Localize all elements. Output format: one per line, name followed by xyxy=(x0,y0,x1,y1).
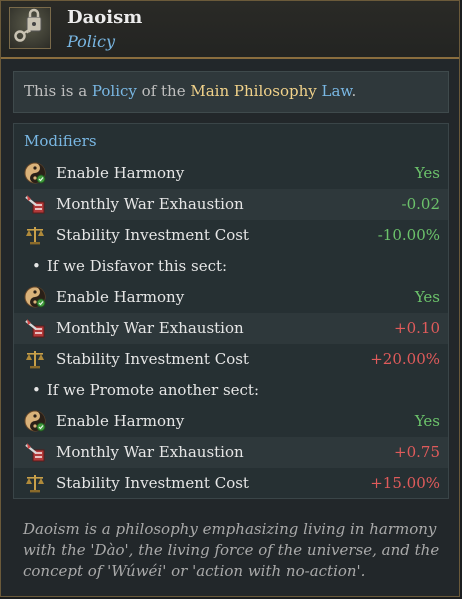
modifier-value: +0.75 xyxy=(394,443,440,461)
scales-icon xyxy=(24,348,46,370)
modifier-value: -0.02 xyxy=(401,195,440,213)
yin-yang-icon xyxy=(24,286,46,308)
policy-title: Daoism xyxy=(67,7,143,28)
modifier-row: Stability Investment Cost -10.00% xyxy=(14,220,448,251)
policy-subtitle: Policy xyxy=(67,32,115,51)
modifier-value: +20.00% xyxy=(370,350,440,368)
scales-icon xyxy=(24,224,46,246)
war-exhaustion-icon xyxy=(24,193,46,215)
modifier-label: Enable Harmony xyxy=(56,164,185,182)
modifier-label: Enable Harmony xyxy=(56,288,185,306)
modifiers-title: Modifiers xyxy=(24,132,97,150)
modifier-label: Monthly War Exhaustion xyxy=(56,319,244,337)
law-name-link[interactable]: Main Philosophy xyxy=(190,82,316,100)
lock-key-icon xyxy=(9,7,51,49)
modifier-row: Enable Harmony Yes xyxy=(14,282,448,313)
flavor-text: Daoism is a philosophy emphasizing livin… xyxy=(23,520,440,580)
policy-link[interactable]: Policy xyxy=(92,82,137,100)
description-text: This is a Policy of the Main Philosophy … xyxy=(24,82,357,100)
modifier-label: Stability Investment Cost xyxy=(56,226,249,244)
promote-heading: • If we Promote another sect: xyxy=(32,381,260,399)
modifier-row: Monthly War Exhaustion -0.02 xyxy=(14,189,448,220)
modifiers-box: Modifiers Enable Harmony Yes Monthly War… xyxy=(13,123,449,499)
modifier-value: -10.00% xyxy=(377,226,440,244)
modifier-row: Monthly War Exhaustion +0.75 xyxy=(14,437,448,468)
modifier-label: Stability Investment Cost xyxy=(56,474,249,492)
modifier-value: Yes xyxy=(414,288,440,306)
modifier-label: Stability Investment Cost xyxy=(56,350,249,368)
yin-yang-icon xyxy=(24,162,46,184)
scales-icon xyxy=(24,472,46,494)
modifier-row: Enable Harmony Yes xyxy=(14,158,448,189)
modifier-row: Stability Investment Cost +20.00% xyxy=(14,344,448,375)
law-link[interactable]: Law xyxy=(322,82,352,100)
policy-tooltip: Daoism Policy This is a Policy of the Ma… xyxy=(0,0,460,597)
tooltip-header: Daoism Policy xyxy=(1,1,459,59)
modifier-value: Yes xyxy=(414,164,440,182)
war-exhaustion-icon xyxy=(24,317,46,339)
yin-yang-icon xyxy=(24,410,46,432)
modifier-value: Yes xyxy=(414,412,440,430)
modifier-label: Monthly War Exhaustion xyxy=(56,443,244,461)
modifier-label: Monthly War Exhaustion xyxy=(56,195,244,213)
war-exhaustion-icon xyxy=(24,441,46,463)
disfavor-heading: • If we Disfavor this sect: xyxy=(32,257,228,275)
modifier-value: +0.10 xyxy=(394,319,440,337)
modifier-row: Enable Harmony Yes xyxy=(14,406,448,437)
modifier-value: +15.00% xyxy=(370,474,440,492)
description-box: This is a Policy of the Main Philosophy … xyxy=(13,71,449,113)
modifier-row: Monthly War Exhaustion +0.10 xyxy=(14,313,448,344)
modifier-row: Stability Investment Cost +15.00% xyxy=(14,468,448,499)
modifier-label: Enable Harmony xyxy=(56,412,185,430)
